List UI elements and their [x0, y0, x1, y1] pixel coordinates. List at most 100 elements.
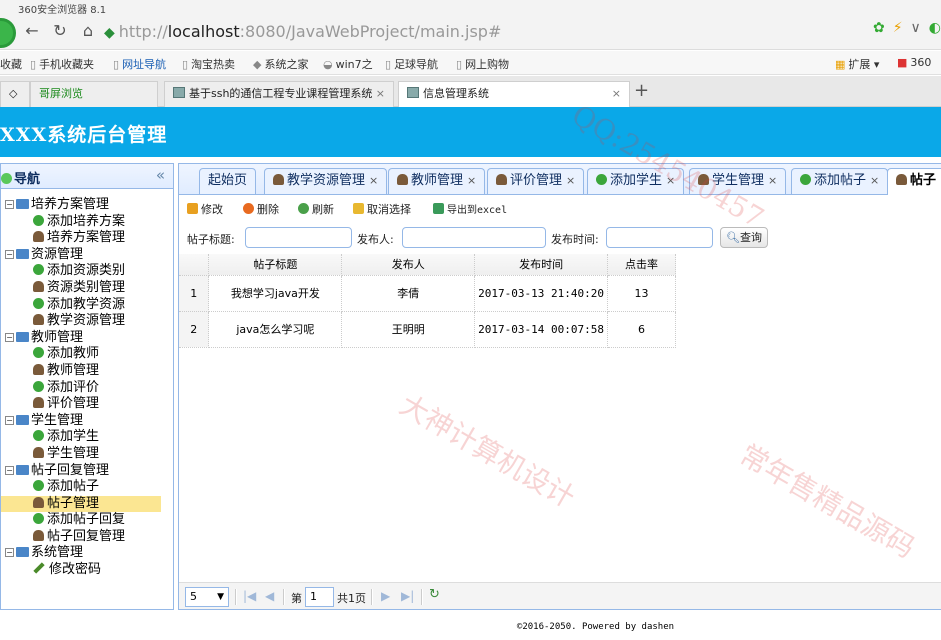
reload-icon[interactable]: ↻	[50, 20, 70, 42]
fav-360[interactable]: ■ 360	[897, 56, 931, 69]
folder-icon	[16, 199, 29, 209]
tree-item[interactable]: 添加评价	[1, 380, 173, 397]
address-bar[interactable]: ◆ http://localhost:8080/JavaWebProject/ma…	[104, 19, 864, 45]
tree-item[interactable]: 添加资源类别	[1, 263, 173, 280]
360-icon[interactable]: ◐	[929, 20, 941, 36]
fav-item[interactable]: ▯ 淘宝热卖	[182, 56, 235, 72]
tab[interactable]: 教师管理 ×	[388, 168, 486, 194]
tab[interactable]: 学生管理 ×	[689, 168, 787, 194]
browser-tab[interactable]: 哥屏浏览	[30, 81, 158, 107]
tree-item[interactable]: 学生管理	[1, 446, 173, 463]
collapse-toggle-icon[interactable]: −	[5, 249, 14, 259]
browser-navbar: ← ↻ ⌂ ◆ http://localhost:8080/JavaWebProj…	[0, 16, 941, 50]
author-input[interactable]	[402, 227, 546, 248]
tab-label: 教学资源管理	[287, 173, 366, 188]
column-header[interactable]: 发布时间	[474, 254, 609, 276]
new-tab-icon[interactable]: +	[634, 80, 649, 101]
tree-item[interactable]: 帖子管理	[1, 495, 161, 513]
add-icon	[33, 380, 44, 392]
query-button[interactable]: 🔍︎查询	[720, 227, 768, 248]
refresh-icon	[298, 203, 309, 214]
fav-item[interactable]: ▯ 网上购物	[456, 56, 509, 72]
tree-group[interactable]: − 系统管理	[1, 545, 173, 562]
cancel-selection-button[interactable]: 取消选择	[353, 201, 411, 219]
table-row[interactable]: 2 java怎么学习呢 王明明 2017-03-14 00:07:58 6	[179, 311, 676, 348]
export-excel-button[interactable]: 导出到excel	[433, 201, 507, 219]
fav-item[interactable]: ▯ 手机收藏夹	[30, 56, 94, 72]
fav-item[interactable]: ◒ win7之	[323, 56, 373, 72]
pager-refresh-icon[interactable]: ↻	[429, 587, 440, 602]
fav-item[interactable]: ◆ 系统之家	[253, 56, 308, 72]
tree-item[interactable]: 修改密码	[1, 562, 173, 579]
chevron-down-icon: ▼	[217, 592, 224, 602]
close-icon[interactable]: ×	[666, 174, 675, 187]
tab[interactable]: 起始页	[199, 168, 257, 194]
table-row[interactable]: 1 我想学习java开发 李倩 2017-03-13 21:40:20 13	[179, 275, 676, 312]
tree-item[interactable]: 添加教师	[1, 346, 173, 363]
browser-tab-active[interactable]: 信息管理系统 ×	[398, 81, 630, 107]
browser-tab[interactable]: 基于ssh的通信工程专业课程管理系统 ×	[164, 81, 394, 107]
close-icon[interactable]: ×	[467, 174, 476, 187]
column-header[interactable]: 帖子标题	[208, 254, 343, 276]
close-icon[interactable]: ×	[870, 174, 879, 187]
prev-page-icon[interactable]: ◀	[265, 589, 274, 603]
tree-item[interactable]: 添加帖子	[1, 479, 173, 496]
reload-green-icon[interactable]: ✿	[873, 20, 885, 36]
tree-item[interactable]: 教师管理	[1, 363, 173, 380]
tree-item[interactable]: 添加帖子回复	[1, 512, 173, 529]
tree-item[interactable]: 帖子回复管理	[1, 529, 173, 546]
tab[interactable]: 帖子	[887, 168, 941, 195]
first-page-icon[interactable]: |◀	[243, 589, 256, 603]
tab[interactable]: 教学资源管理 ×	[264, 168, 388, 194]
tree-item[interactable]: 添加教学资源	[1, 297, 173, 314]
tree-group[interactable]: − 资源管理	[1, 247, 173, 264]
time-input[interactable]	[606, 227, 713, 248]
tree-group[interactable]: − 学生管理	[1, 413, 173, 430]
tree-group[interactable]: − 培养方案管理	[1, 197, 173, 214]
column-header[interactable]: 点击率	[607, 254, 676, 276]
title-input[interactable]	[245, 227, 352, 248]
fav-item[interactable]: ▯ 足球导航	[385, 56, 438, 72]
tree-item[interactable]: 资源类别管理	[1, 280, 173, 297]
collapse-icon[interactable]: «	[156, 166, 165, 184]
extensions-button[interactable]: ▦ 扩展 ▾	[835, 56, 879, 72]
fav-item[interactable]: ▯ 网址导航	[113, 56, 166, 72]
page-size-select[interactable]: 5 ▼	[185, 587, 229, 607]
page-number-input[interactable]: 1	[305, 587, 334, 607]
cell-time: 2017-03-14 00:07:58	[474, 311, 609, 348]
collapse-toggle-icon[interactable]: −	[5, 200, 14, 209]
tab[interactable]: 添加帖子 ×	[791, 168, 889, 194]
close-icon[interactable]: ×	[768, 174, 777, 187]
close-icon[interactable]: ×	[369, 174, 378, 187]
close-icon[interactable]: ×	[566, 174, 575, 187]
collapse-toggle-icon[interactable]: −	[5, 332, 14, 342]
column-header[interactable]: 发布人	[341, 254, 476, 276]
tab[interactable]: 添加学生 ×	[587, 168, 685, 194]
folder-icon	[16, 331, 29, 342]
back-icon[interactable]: ←	[22, 20, 42, 42]
next-page-icon[interactable]: ▶	[381, 589, 390, 603]
tree-group[interactable]: − 帖子回复管理	[1, 463, 173, 480]
tree-label: 帖子管理	[47, 495, 100, 511]
fav-item[interactable]: 收藏	[0, 56, 22, 72]
tree-group[interactable]: − 教师管理	[1, 330, 173, 347]
edit-button[interactable]: 修改	[187, 201, 223, 219]
tree-item[interactable]: 评价管理	[1, 396, 173, 413]
collapse-toggle-icon[interactable]: −	[5, 548, 14, 558]
tree-item[interactable]: 添加学生	[1, 429, 173, 446]
last-page-icon[interactable]: ▶|	[401, 589, 414, 603]
refresh-button[interactable]: 刷新	[298, 201, 334, 219]
lightning-icon[interactable]: ⚡	[893, 20, 903, 36]
browser-tab-shield[interactable]: ◇	[0, 81, 30, 107]
tree-item[interactable]: 教学资源管理	[1, 313, 173, 330]
tree-label: 添加教学资源	[47, 296, 126, 312]
delete-button[interactable]: 删除	[243, 201, 279, 219]
collapse-toggle-icon[interactable]: −	[5, 415, 14, 425]
tree-item[interactable]: 添加培养方案	[1, 214, 173, 231]
home-icon[interactable]: ⌂	[78, 20, 98, 42]
tab[interactable]: 评价管理 ×	[487, 168, 585, 194]
nav-icon	[1, 173, 12, 184]
tree-item[interactable]: 培养方案管理	[1, 230, 173, 247]
collapse-toggle-icon[interactable]: −	[5, 465, 14, 475]
dropdown-icon[interactable]: ∨	[911, 20, 921, 36]
